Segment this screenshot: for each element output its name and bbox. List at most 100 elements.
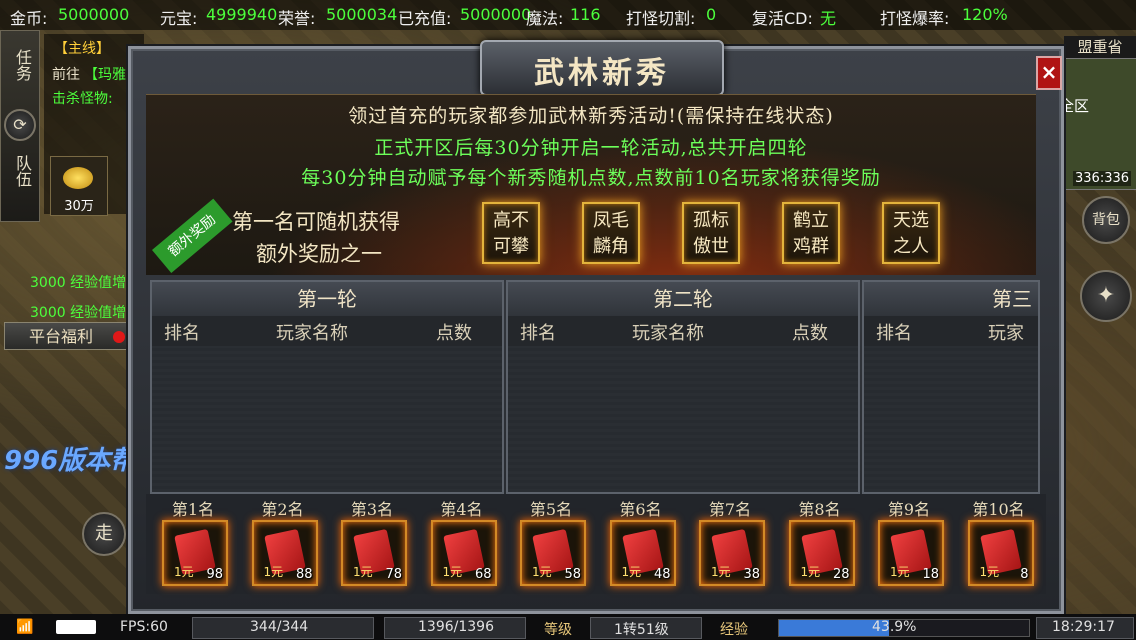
reward-count: 38 bbox=[743, 567, 760, 582]
reward-item[interactable]: 1元 58 bbox=[520, 520, 586, 586]
reward-slot[interactable]: 第4名 1元 68 bbox=[419, 494, 505, 594]
quest-tag: 【主线】 bbox=[54, 41, 110, 57]
round-columns: 排名 玩家名称 点数 bbox=[508, 316, 858, 347]
player-header: 玩家名称 bbox=[632, 323, 704, 344]
title-badge-text: 鸡群 bbox=[793, 236, 829, 257]
quest-kill-label: 击杀怪物: bbox=[52, 91, 113, 107]
rank-header: 排名 bbox=[876, 323, 912, 344]
title-badge-text: 孤标 bbox=[693, 210, 729, 231]
extra-reward-text: 第一名可随机获得 bbox=[232, 210, 400, 234]
intro-line: 正式开区后每30分钟开启一轮活动,总共开启四轮 bbox=[374, 137, 808, 159]
reward-slot[interactable]: 第6名 1元 48 bbox=[598, 494, 684, 594]
notification-dot-icon bbox=[113, 331, 125, 343]
reward-item[interactable]: 1元 98 bbox=[162, 520, 228, 586]
cut-value: 0 bbox=[706, 5, 717, 24]
reward-item-label: 1元 bbox=[979, 565, 1000, 579]
yuanbao-label: 元宝: bbox=[160, 9, 198, 28]
round-list[interactable] bbox=[152, 346, 502, 492]
reward-item[interactable]: 1元 68 bbox=[430, 520, 497, 586]
mp-value: 1396/1396 bbox=[418, 619, 494, 635]
round-panel: 第三 排名 玩家 bbox=[862, 280, 1040, 494]
reward-item-label: 1元 bbox=[263, 565, 284, 579]
droprate-label: 打怪爆率: bbox=[880, 9, 950, 28]
reward-slot[interactable]: 第3名 1元 78 bbox=[329, 494, 415, 594]
close-button[interactable]: × bbox=[1036, 56, 1062, 90]
title-badge-text: 傲世 bbox=[693, 236, 729, 257]
round-list[interactable] bbox=[508, 346, 858, 492]
reward-item[interactable]: 1元 78 bbox=[341, 520, 407, 586]
title-badge-text: 鹤立 bbox=[793, 210, 829, 231]
title-badge-text: 天选 bbox=[893, 210, 929, 231]
reward-slot[interactable]: 第2名 1元 88 bbox=[240, 494, 326, 594]
reward-count: 8 bbox=[1020, 567, 1029, 582]
player-header: 玩家 bbox=[988, 323, 1024, 344]
reward-slot[interactable]: 第7名 1元 38 bbox=[687, 494, 773, 594]
gold-label: 金币: bbox=[10, 9, 48, 28]
title-badge-text: 凤毛 bbox=[593, 210, 629, 231]
title-badge[interactable]: 鹤立 鸡群 bbox=[782, 202, 840, 264]
status-bar: 金币: 5000000 元宝: 4999940 荣誉: 5000034 已充值:… bbox=[0, 0, 1136, 30]
title-badge[interactable]: 孤标 傲世 bbox=[682, 202, 740, 264]
refresh-icon[interactable]: ⟳ bbox=[4, 109, 36, 141]
revive-value: 无 bbox=[820, 9, 837, 28]
wifi-icon: 📶 bbox=[16, 619, 34, 635]
extra-reward-text: 额外奖励之一 bbox=[256, 242, 382, 266]
reward-item-label: 1元 bbox=[353, 565, 373, 579]
reward-slot[interactable]: 第8名 1元 28 bbox=[777, 494, 863, 594]
reward-place: 第1名 bbox=[171, 500, 215, 519]
reward-item[interactable]: 1元 48 bbox=[609, 520, 676, 586]
reward-slot[interactable]: 30万 bbox=[50, 156, 108, 216]
round-panel: 第一轮 排名 玩家名称 点数 bbox=[150, 280, 504, 494]
clock: 18:29:17 bbox=[1052, 619, 1115, 635]
reward-item-label: 1元 bbox=[532, 565, 552, 579]
reward-item-label: 1元 bbox=[890, 565, 910, 579]
reward-item-label: 1元 bbox=[174, 565, 194, 579]
compass-icon[interactable]: ✦ bbox=[1080, 270, 1132, 322]
title-badge-text: 高不 bbox=[493, 210, 529, 231]
team-tab[interactable]: 队伍 bbox=[10, 155, 34, 187]
gold-value: 5000000 bbox=[58, 5, 130, 24]
dialog-title-plate: 武林新秀 bbox=[480, 40, 724, 96]
reward-count: 98 bbox=[206, 567, 223, 582]
rank-header: 排名 bbox=[164, 323, 200, 344]
honor-value: 5000034 bbox=[326, 5, 398, 24]
round-columns: 排名 玩家 bbox=[864, 316, 1038, 347]
reward-count: 58 bbox=[564, 567, 581, 582]
magic-label: 魔法: bbox=[526, 9, 564, 28]
round-list[interactable] bbox=[864, 346, 1038, 492]
reward-slot[interactable]: 第10名 1元 8 bbox=[956, 494, 1042, 594]
minimap[interactable]: 全区 336:336 bbox=[1058, 58, 1136, 190]
points-header: 点数 bbox=[792, 323, 828, 344]
honor-label: 荣誉: bbox=[278, 9, 316, 28]
level-label: 等级 bbox=[544, 622, 572, 638]
gold-ingot-icon bbox=[63, 167, 93, 189]
reward-item[interactable]: 1元 88 bbox=[251, 520, 318, 586]
title-badge[interactable]: 高不 可攀 bbox=[482, 202, 540, 264]
platform-welfare-label: 平台福利 bbox=[29, 327, 94, 346]
round-columns: 排名 玩家名称 点数 bbox=[152, 316, 502, 347]
reward-slot[interactable]: 第9名 1元 18 bbox=[866, 494, 952, 594]
task-tab[interactable]: 任务 bbox=[10, 49, 34, 81]
title-badge[interactable]: 凤毛 麟角 bbox=[582, 202, 640, 264]
reward-slot[interactable]: 第5名 1元 58 bbox=[508, 494, 594, 594]
quest-target-link[interactable]: 【玛雅 bbox=[84, 64, 126, 84]
reward-item-label: 1元 bbox=[711, 565, 731, 579]
reward-slot[interactable]: 第1名 1元 98 bbox=[150, 494, 236, 594]
reward-item[interactable]: 1元 8 bbox=[967, 520, 1034, 586]
reward-item-label: 1元 bbox=[442, 565, 463, 579]
bag-button[interactable]: 背包 bbox=[1082, 196, 1130, 244]
platform-welfare-button[interactable]: 平台福利 bbox=[4, 322, 132, 350]
reward-place: 第5名 bbox=[529, 500, 573, 519]
intro-line: 每30分钟自动赋予每个新秀随机点数,点数前10名玩家将获得奖励 bbox=[301, 167, 881, 189]
walk-button[interactable]: 走 bbox=[82, 512, 126, 556]
cut-label: 打怪切割: bbox=[626, 9, 696, 28]
reward-item[interactable]: 1元 38 bbox=[699, 520, 765, 586]
title-badge-text: 之人 bbox=[893, 236, 929, 257]
title-badge-text: 可攀 bbox=[493, 236, 529, 257]
revive-label: 复活CD: bbox=[752, 9, 813, 28]
reward-item[interactable]: 1元 18 bbox=[878, 520, 944, 586]
reward-place: 第10名 bbox=[972, 500, 1025, 519]
reward-item[interactable]: 1元 28 bbox=[788, 520, 855, 586]
title-badge[interactable]: 天选 之人 bbox=[882, 202, 940, 264]
exp-value: 43.9% bbox=[872, 619, 917, 635]
